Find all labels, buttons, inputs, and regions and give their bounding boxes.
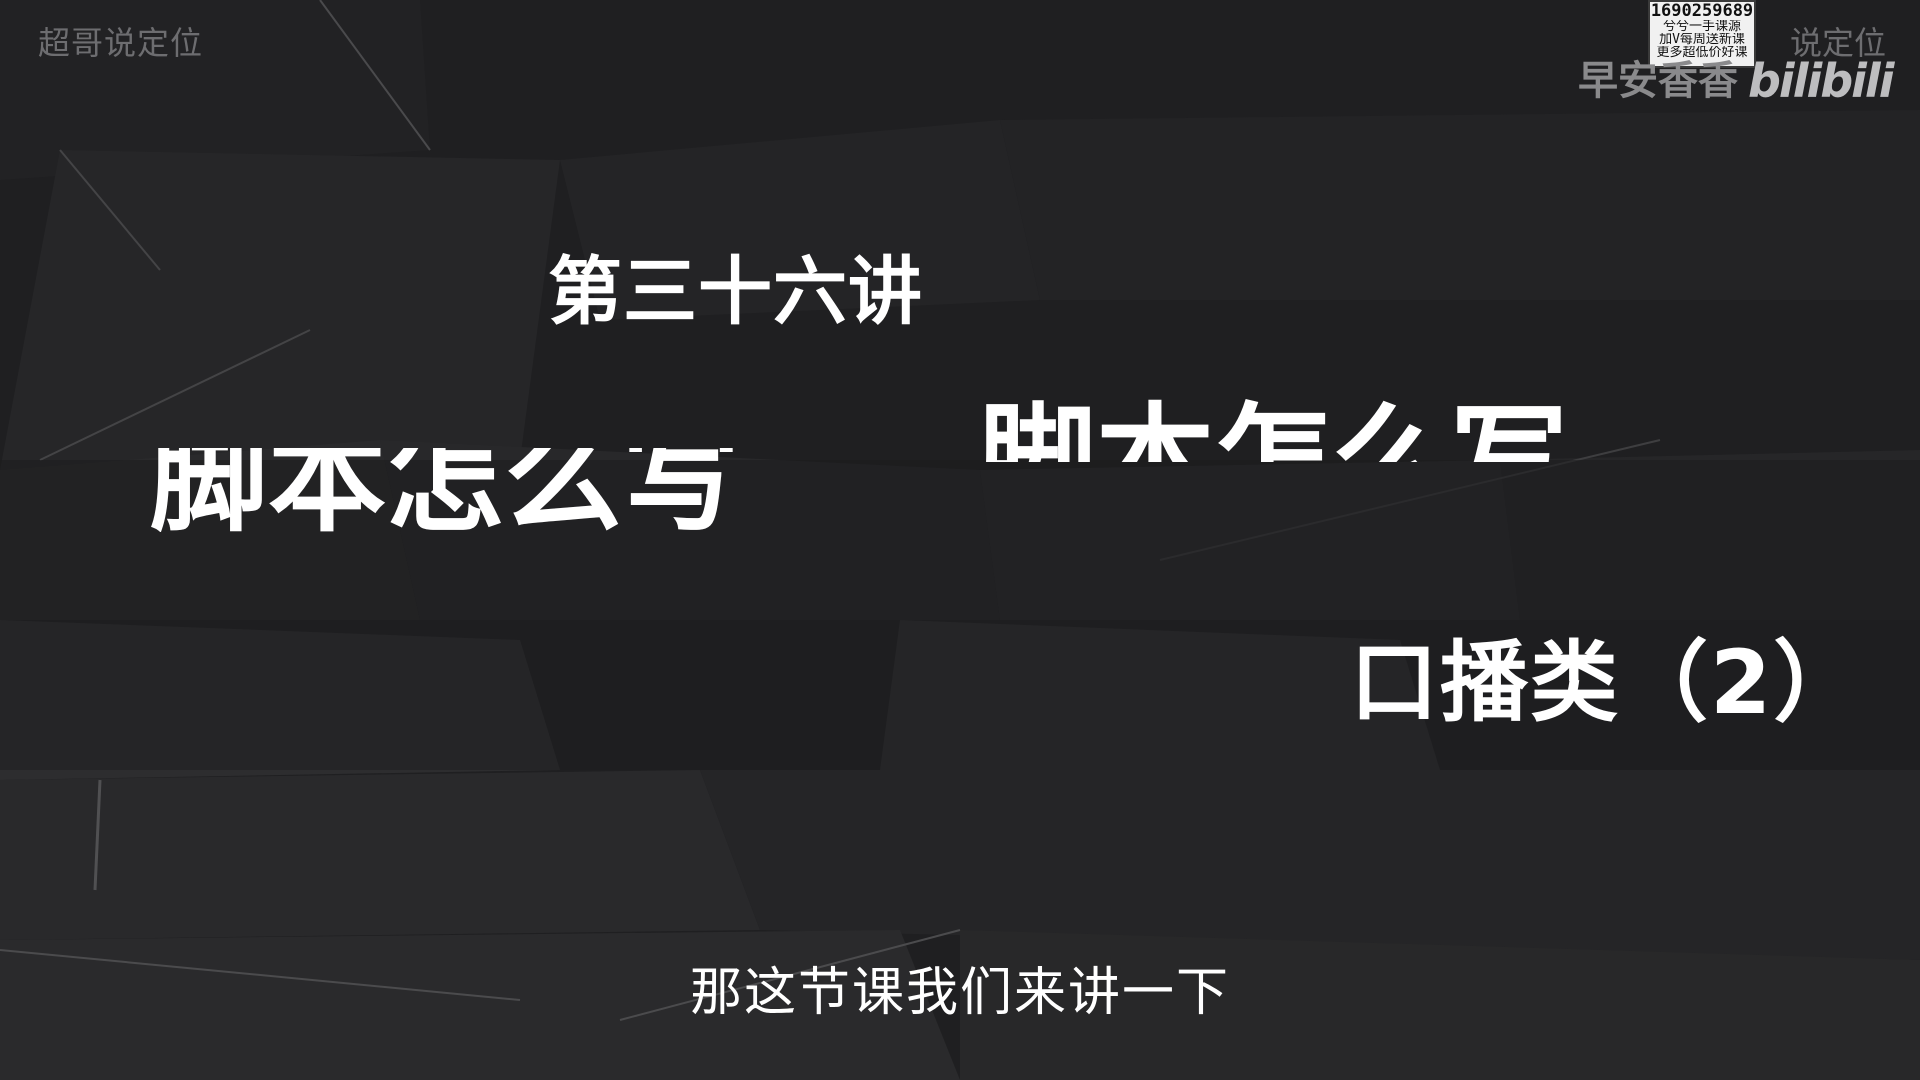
promo-phone: 1690259689 — [1650, 1, 1754, 21]
lecture-number: 第三十六讲 — [548, 249, 923, 335]
slide-title-right-glitch: 脚本怎么写 — [978, 396, 1568, 462]
background-geometric-shapes — [0, 0, 1920, 1080]
promo-line-2: 加V每周送新课 — [1659, 33, 1745, 46]
promo-line-1: 兮兮一手课源 — [1662, 20, 1741, 33]
channel-watermark: 超哥说定位 — [38, 24, 204, 62]
uploader-name: 早安香香 — [1578, 58, 1738, 104]
video-caption: 那这节课我们来讲一下 — [689, 963, 1230, 1023]
bilibili-logo-icon: bilibili — [1748, 54, 1894, 108]
slide-category: 口播类（2） — [1350, 631, 1864, 734]
